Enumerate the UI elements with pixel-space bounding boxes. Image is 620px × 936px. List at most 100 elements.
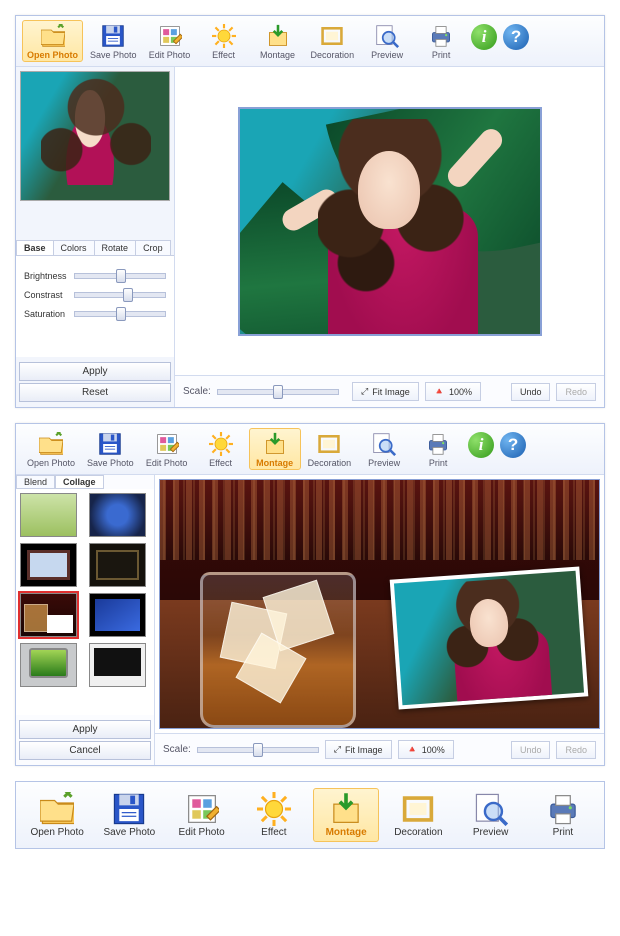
right-panel: Scale: ⤢Fit Image 🔺100% Undo Redo — [175, 67, 604, 407]
toolbar-print[interactable]: Print — [415, 20, 467, 62]
undo-button[interactable]: Undo — [511, 383, 551, 401]
toolbar-decoration[interactable]: Decoration — [303, 428, 357, 470]
toolbar-label: Montage — [260, 50, 295, 60]
frame-icon — [318, 23, 346, 49]
toolbar-montage[interactable]: Montage — [252, 20, 304, 62]
toolbar-label: Edit Photo — [146, 458, 188, 468]
tab-base[interactable]: Base — [16, 240, 54, 255]
canvas-area — [175, 67, 604, 375]
zoom-100-button[interactable]: 🔺100% — [398, 740, 454, 759]
template-item[interactable] — [89, 493, 146, 537]
toolbar-effect[interactable]: Effect — [195, 428, 247, 470]
apply-button[interactable]: Apply — [19, 720, 151, 739]
montage-icon — [328, 792, 364, 826]
subtab-blend[interactable]: Blend — [16, 475, 55, 489]
slider-label: Constrast — [24, 290, 74, 300]
toolbar-effect[interactable]: Effect — [241, 788, 307, 842]
toolbar-open-photo[interactable]: Open Photo — [24, 788, 90, 842]
toolbar-print[interactable]: Print — [412, 428, 464, 470]
info-icon[interactable]: i — [471, 24, 497, 50]
montage-icon — [264, 23, 292, 49]
toolbar-label: Effect — [209, 458, 232, 468]
status-bar: Scale: ⤢Fit Image 🔺100% Undo Redo — [155, 733, 604, 765]
floppy-icon — [99, 23, 127, 49]
scale-label: Scale: — [163, 744, 191, 755]
edit-icon — [156, 23, 184, 49]
template-item[interactable] — [20, 543, 77, 587]
toolbar-label: Preview — [368, 458, 400, 468]
toolbar-decoration[interactable]: Decoration — [385, 788, 451, 842]
fit-image-button[interactable]: ⤢Fit Image — [325, 740, 392, 759]
tab-rotate[interactable]: Rotate — [94, 240, 137, 255]
main-image[interactable] — [238, 107, 542, 336]
scale-label: Scale: — [183, 386, 211, 397]
toolbar-save-photo[interactable]: Save Photo — [82, 428, 139, 470]
template-item[interactable] — [20, 493, 77, 537]
info-icon[interactable]: i — [468, 432, 494, 458]
zoom-100-button[interactable]: 🔺100% — [425, 382, 481, 401]
saturation-slider[interactable] — [74, 311, 166, 317]
template-item[interactable] — [89, 593, 146, 637]
fit-icon: ⤢ — [334, 744, 341, 755]
toolbar-save-photo[interactable]: Save Photo — [96, 788, 162, 842]
template-item[interactable] — [89, 643, 146, 687]
fit-image-button[interactable]: ⤢Fit Image — [352, 382, 419, 401]
cancel-button[interactable]: Cancel — [19, 741, 151, 760]
apply-button[interactable]: Apply — [19, 362, 171, 381]
printer-icon — [427, 23, 455, 49]
toolbar-edit-photo[interactable]: Edit Photo — [144, 20, 196, 62]
toolbar-effect[interactable]: Effect — [198, 20, 250, 62]
slider-row-saturation: Saturation — [24, 309, 166, 319]
help-icon[interactable]: ? — [500, 432, 526, 458]
toolbar-preview[interactable]: Preview — [458, 788, 524, 842]
fit-icon: ⤢ — [361, 386, 368, 397]
toolbar-edit-photo[interactable]: Edit Photo — [141, 428, 193, 470]
toolbar-print[interactable]: Print — [530, 788, 596, 842]
scale-slider[interactable] — [217, 389, 339, 395]
window-montage: Open Photo Save Photo Edit Photo Effect … — [15, 423, 605, 766]
zoom-icon: 🔺 — [407, 744, 418, 755]
toolbar-label: Effect — [261, 827, 286, 838]
toolbar-save-photo[interactable]: Save Photo — [85, 20, 142, 62]
frame-icon — [315, 431, 343, 457]
toolbar-edit-photo[interactable]: Edit Photo — [169, 788, 235, 842]
montage-canvas[interactable] — [159, 479, 600, 729]
redo-button[interactable]: Redo — [556, 741, 596, 759]
toolbar-label: Open Photo — [30, 827, 83, 838]
toolbar-open-photo[interactable]: Open Photo — [22, 20, 83, 62]
magnify-icon — [370, 431, 398, 457]
scale-slider[interactable] — [197, 747, 319, 753]
help-icon[interactable]: ? — [503, 24, 529, 50]
toolbar-decoration[interactable]: Decoration — [306, 20, 360, 62]
template-item[interactable] — [20, 643, 77, 687]
montage-icon — [261, 431, 289, 457]
inserted-photo[interactable] — [390, 567, 589, 710]
constrast-slider[interactable] — [74, 292, 166, 298]
edit-icon — [153, 431, 181, 457]
toolbar-label: Open Photo — [27, 458, 75, 468]
toolbar-preview[interactable]: Preview — [358, 428, 410, 470]
toolbar-montage[interactable]: Montage — [313, 788, 379, 842]
toolbar-open-photo[interactable]: Open Photo — [22, 428, 80, 470]
magnify-icon — [373, 23, 401, 49]
brightness-slider[interactable] — [74, 273, 166, 279]
subtab-collage[interactable]: Collage — [55, 475, 104, 489]
tab-colors[interactable]: Colors — [53, 240, 95, 255]
tab-crop[interactable]: Crop — [135, 240, 171, 255]
undo-button[interactable]: Undo — [511, 741, 551, 759]
toolbar-label: Preview — [473, 827, 509, 838]
source-thumbnail[interactable] — [20, 71, 170, 201]
template-item-selected[interactable] — [20, 593, 77, 637]
toolbar-label: Effect — [212, 50, 235, 60]
window-edit: Open Photo Save Photo Edit Photo Effect … — [15, 15, 605, 408]
sun-icon — [210, 23, 238, 49]
toolbar-preview[interactable]: Preview — [361, 20, 413, 62]
toolbar-label: Print — [429, 458, 448, 468]
printer-icon — [545, 792, 581, 826]
redo-button[interactable]: Redo — [556, 383, 596, 401]
toolbar-montage[interactable]: Montage — [249, 428, 301, 470]
toolbar-label: Decoration — [311, 50, 355, 60]
reset-button[interactable]: Reset — [19, 383, 171, 402]
template-item[interactable] — [89, 543, 146, 587]
action-buttons: Apply Cancel — [16, 715, 154, 765]
